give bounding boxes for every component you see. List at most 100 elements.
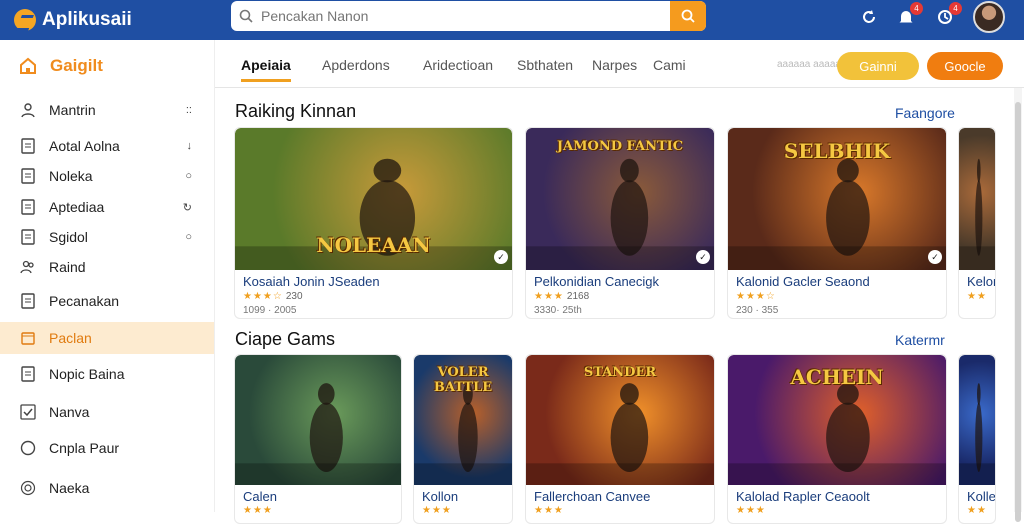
game-card[interactable]: ACHEIN Kalolad Rapler Ceaoolt ★★★	[727, 354, 947, 524]
stars-glyphs: ★★	[967, 291, 987, 302]
messages-icon[interactable]: 4	[934, 2, 962, 28]
doc-icon	[20, 168, 36, 184]
game-art-title: STANDER	[583, 365, 657, 381]
sidebar-item-label: Nopic Baina	[49, 366, 125, 382]
game-art-image[interactable]: JAMOND FANTIC	[526, 128, 714, 270]
game-art-title: JAMOND FANTIC	[556, 139, 684, 155]
sidebar-item-label: Pecanakan	[49, 293, 120, 309]
star-rating: ★★★	[243, 505, 273, 516]
game-title[interactable]: Kollon	[422, 489, 458, 504]
check-icon	[20, 404, 36, 420]
refresh-icon[interactable]	[858, 6, 880, 28]
section-link-2[interactable]: Katermr	[895, 332, 945, 348]
game-title[interactable]: Kalolad Rapler Ceaoolt	[736, 489, 870, 504]
notification-badge: 4	[910, 2, 923, 15]
game-art-image[interactable]	[235, 355, 401, 485]
home-icon	[20, 57, 36, 74]
doc-icon	[20, 138, 36, 154]
game-art-image[interactable]	[959, 355, 995, 485]
game-card[interactable]: Kolle ★★	[958, 354, 996, 524]
star-rating: ★★★ 2168	[534, 291, 589, 302]
top-bar: Aplikusaii 4 4	[0, 0, 1024, 40]
game-art-image[interactable]: VOLER BATTLE	[414, 355, 512, 485]
game-card[interactable]: JAMOND FANTIC Pelkonidian Canecigk ★★★ 2168…	[525, 127, 715, 319]
sidebar-item-3[interactable]: Aptediaa ↻	[0, 191, 214, 223]
scrollbar-thumb[interactable]	[1015, 102, 1021, 522]
tab-1[interactable]: Apderdons	[322, 57, 390, 73]
stars-glyphs: ★★★☆	[736, 291, 776, 302]
sidebar-item-4[interactable]: Sgidol ○	[0, 221, 214, 253]
sidebar-heading[interactable]: Gaigilt	[18, 56, 103, 76]
app-brand[interactable]: Aplikusaii	[14, 6, 132, 34]
tab-bar: Apeiaia Apderdons Aridectioan Sbthaten N…	[215, 40, 1024, 88]
calendar-icon	[20, 330, 36, 346]
game-art-image[interactable]: NOLEAAN	[235, 128, 512, 270]
sidebar-item-label: Naeka	[49, 480, 90, 496]
sidebar-item-tail-icon: ↓	[186, 140, 193, 152]
tab-4[interactable]: Narpes	[592, 57, 637, 73]
sidebar-item-2[interactable]: Noleka ○	[0, 160, 214, 192]
tab-2[interactable]: Aridectioan	[423, 57, 493, 73]
sidebar-item-9[interactable]: Nanva	[0, 396, 214, 428]
user-avatar[interactable]	[973, 1, 1005, 33]
game-title[interactable]: Kelon	[967, 274, 995, 289]
sidebar-item-label: Aotal Aolna	[49, 138, 120, 154]
search-icon	[231, 1, 261, 31]
app-title: Aplikusaii	[42, 9, 132, 30]
messages-badge: 4	[949, 2, 962, 15]
game-title[interactable]: Calen	[243, 489, 277, 504]
star-rating: ★★★☆ 230	[243, 291, 303, 302]
tab-0[interactable]: Apeiaia	[241, 57, 291, 82]
sidebar-item-label: Nanva	[49, 404, 90, 420]
sidebar-item-0[interactable]: Mantrin::	[0, 94, 214, 126]
game-title[interactable]: Kolle	[967, 489, 995, 504]
sidebar-item-6[interactable]: Pecanakan	[0, 285, 214, 317]
search-input[interactable]	[261, 2, 670, 30]
sidebar-item-10[interactable]: Cnpla Paur	[0, 432, 214, 464]
sidebar-item-label: Paclan	[49, 330, 92, 346]
sidebar-item-label: Cnpla Paur	[49, 440, 120, 456]
primary-button[interactable]: Gainni	[837, 52, 919, 80]
search-button[interactable]	[670, 1, 706, 31]
doc-icon	[20, 366, 36, 382]
sidebar-item-1[interactable]: Aotal Aolna ↓	[0, 130, 214, 162]
secondary-button[interactable]: Goocle	[927, 52, 1003, 80]
game-title[interactable]: Kosaiah Jonin JSeaden	[243, 274, 380, 289]
game-title[interactable]: Kalonid Gacler Seaond	[736, 274, 870, 289]
game-meta: 230 · 355	[736, 305, 779, 316]
sidebar-item-label: Sgidol	[49, 229, 88, 245]
tabs-faint-text: aaaaaa aaaaa	[777, 59, 841, 70]
game-art-title: VOLER BATTLE	[433, 365, 493, 396]
game-card[interactable]: VOLER BATTLE Kollon ★★★	[413, 354, 513, 524]
game-card[interactable]: STANDER Fallerchoan Canvee ★★★	[525, 354, 715, 524]
section-link-1[interactable]: Faangore	[895, 105, 955, 121]
game-title[interactable]: Pelkonidian Canecigk	[534, 274, 659, 289]
tab-5[interactable]: Cami	[653, 57, 686, 73]
game-card[interactable]: Kelon ★★	[958, 127, 996, 319]
game-art-image[interactable]	[959, 128, 995, 270]
game-card[interactable]: NOLEAAN Kosaiah Jonin JSeaden ★★★☆ 230 1099 …	[234, 127, 513, 319]
sidebar-item-label: Mantrin	[49, 102, 96, 118]
notification-icon[interactable]: 4	[895, 2, 923, 28]
sidebar-item-7[interactable]: Paclan	[0, 322, 214, 354]
sidebar-item-8[interactable]: Nopic Baina	[0, 358, 214, 390]
stars-glyphs: ★★★	[534, 291, 564, 302]
sidebar-heading-label: Gaigilt	[50, 56, 103, 75]
sidebar-item-11[interactable]: Naeka	[0, 472, 214, 504]
game-title[interactable]: Fallerchoan Canvee	[534, 489, 650, 504]
game-art-image[interactable]: ACHEIN	[728, 355, 946, 485]
stars-glyphs: ★★★☆	[243, 291, 283, 302]
game-card[interactable]: SELBHIK Kalonid Gacler Seaond ★★★☆ 230 · 35…	[727, 127, 947, 319]
star-rating: ★★★	[422, 505, 452, 516]
sidebar-item-tail-icon: ::	[185, 104, 192, 116]
tab-3[interactable]: Sbthaten	[517, 57, 573, 73]
game-art-title: ACHEIN	[790, 365, 884, 390]
people-icon	[20, 259, 36, 275]
game-card[interactable]: Calen ★★★	[234, 354, 402, 524]
sidebar-item-5[interactable]: Raind	[0, 251, 214, 283]
game-art-image[interactable]: SELBHIK	[728, 128, 946, 270]
game-art-image[interactable]: STANDER	[526, 355, 714, 485]
scrollbar[interactable]	[1014, 88, 1022, 522]
user-icon	[20, 102, 36, 118]
section-title-1: Raiking Kinnan	[235, 101, 357, 121]
